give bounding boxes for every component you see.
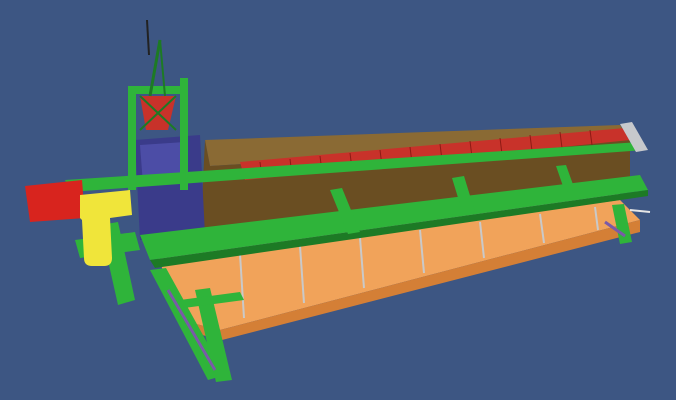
red-inlet-pipe (25, 180, 85, 222)
filter-press-render (0, 0, 676, 400)
filter-press-illustration (0, 0, 676, 400)
